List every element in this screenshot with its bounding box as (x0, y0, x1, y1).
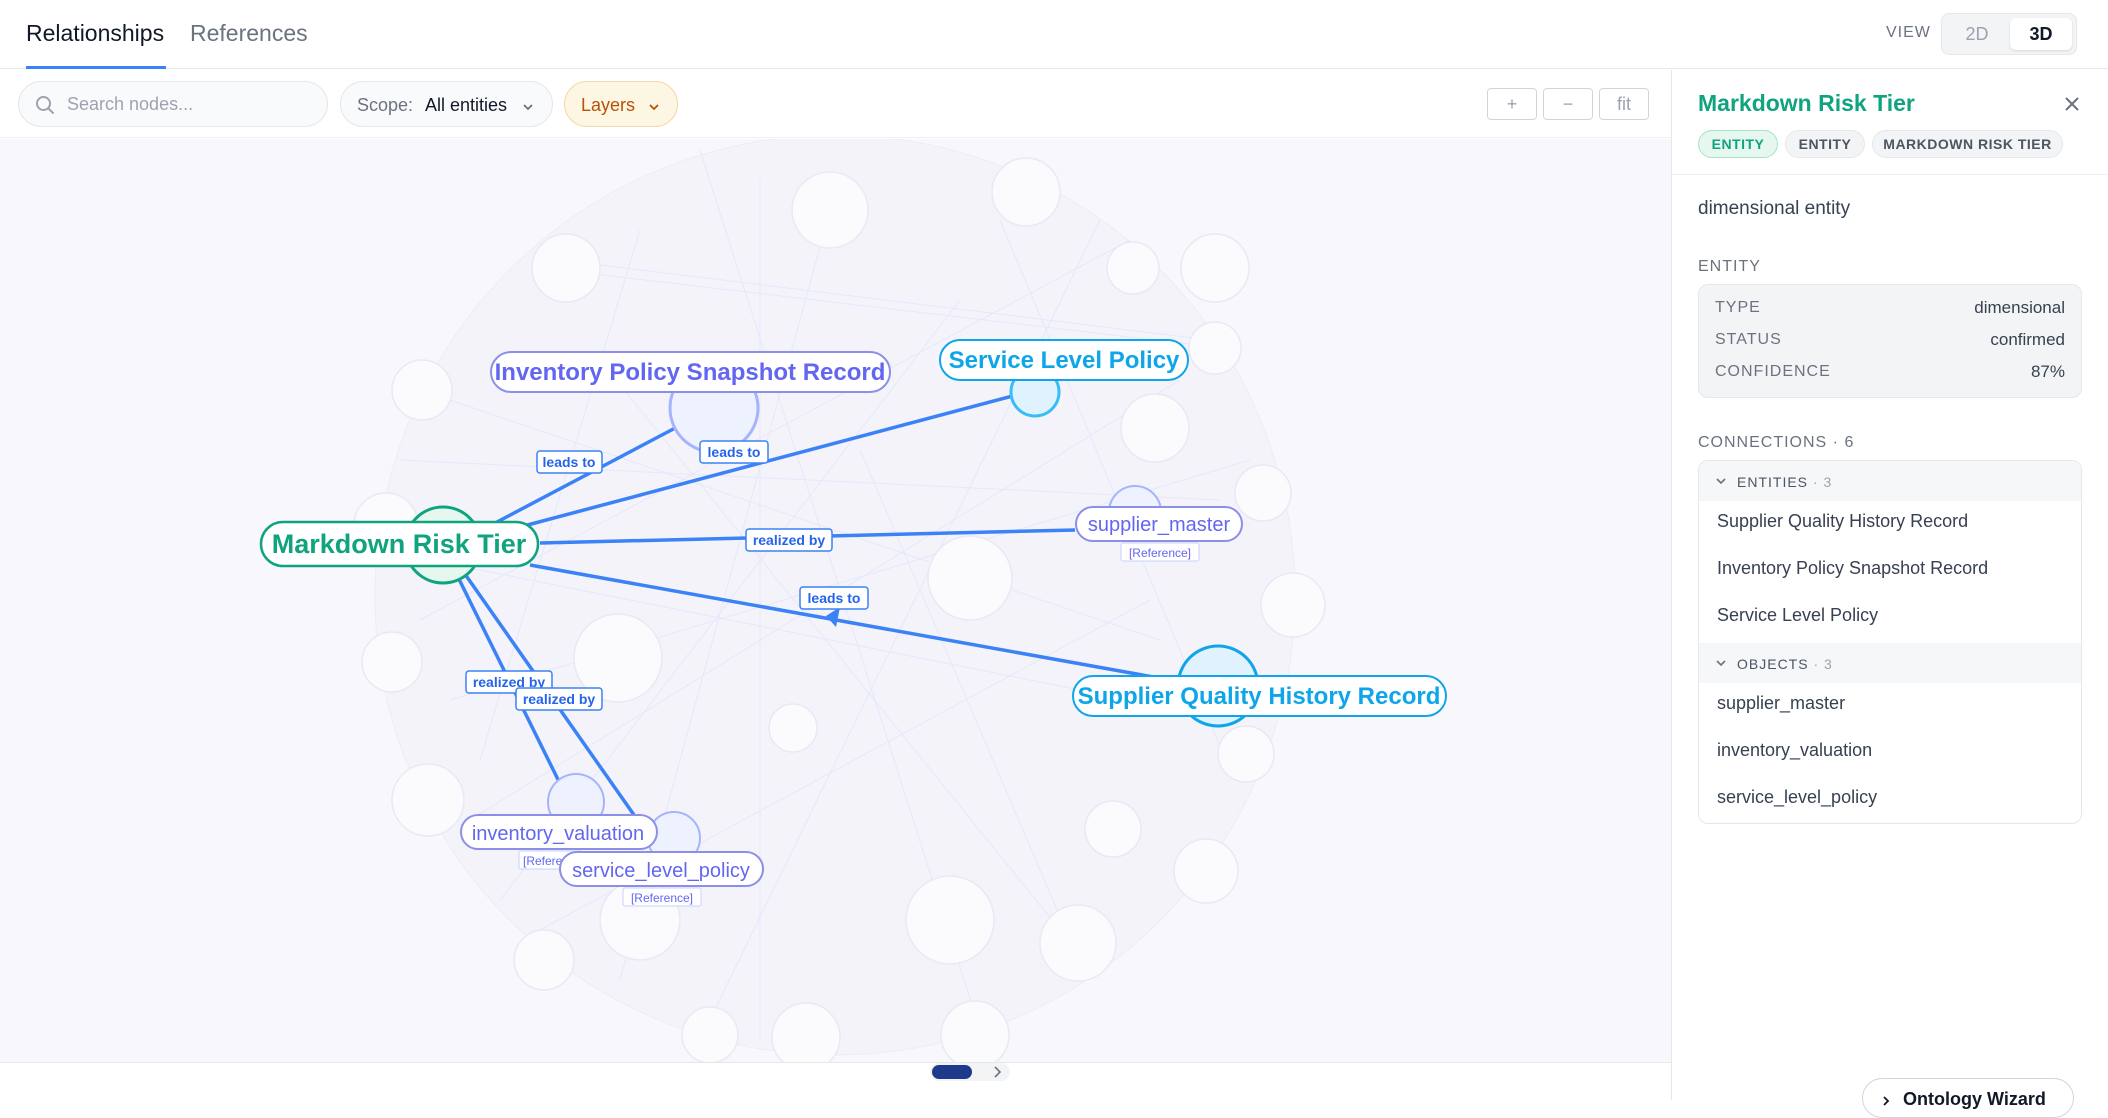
property-value: dimensional (1974, 298, 2065, 317)
top-bar: Relationships References VIEW 2D 3D (0, 0, 2108, 69)
group-header-objects[interactable]: OBJECTS · 3 (1699, 643, 2081, 683)
chevron-down-icon (1715, 656, 1727, 672)
chevron-down-icon (1715, 474, 1727, 490)
tab-references[interactable]: References (190, 20, 308, 47)
graph-canvas[interactable]: leads to leads to realized by leads to r… (0, 139, 1671, 1062)
zoom-in-button[interactable]: + (1487, 88, 1537, 120)
node-inventory-valuation[interactable]: inventory_valuation (472, 823, 644, 845)
fit-button[interactable]: fit (1599, 88, 1649, 120)
node-markdown-risk-tier[interactable]: Markdown Risk Tier (272, 529, 527, 559)
connection-item[interactable]: Service Level Policy (1717, 605, 1878, 626)
group-count: · 3 (1813, 656, 1833, 672)
entity-type-badge: ENTITY (1785, 130, 1865, 158)
close-icon[interactable] (2062, 94, 2082, 119)
divider (1672, 174, 2108, 175)
node-service-level-policy[interactable]: Service Level Policy (949, 347, 1180, 374)
property-key: CONFIDENCE (1715, 363, 1831, 380)
node-inventory-policy-snapshot-record[interactable]: Inventory Policy Snapshot Record (495, 359, 886, 386)
property-value: 87% (2030, 362, 2065, 381)
panel-title: Markdown Risk Tier (1698, 90, 1915, 116)
detail-panel: Markdown Risk Tier ENTITY ENTITY MARKDOW… (1671, 70, 2108, 1100)
scope-label: Scope: (357, 95, 414, 115)
chevron-down-icon (647, 98, 661, 119)
connections-heading: CONNECTIONS · 6 (1698, 434, 1855, 451)
layers-label: Layers (581, 95, 636, 115)
graph-toolbar: Scope: All entities Layers + − fit (0, 70, 1671, 138)
reference-tag: [Reference] (631, 891, 693, 905)
edge-label: leads to (708, 444, 761, 460)
view-3d-button[interactable]: 3D (2010, 18, 2072, 50)
zoom-out-button[interactable]: − (1543, 88, 1593, 120)
connection-item[interactable]: Supplier Quality History Record (1717, 511, 1968, 532)
node-supplier-quality-history-record[interactable]: Supplier Quality History Record (1078, 683, 1441, 710)
node-service-level-policy-object[interactable]: service_level_policy (572, 860, 750, 882)
property-key: STATUS (1715, 331, 1782, 348)
property-key: TYPE (1715, 299, 1761, 316)
search-icon (35, 95, 55, 120)
search-box (18, 81, 328, 127)
entity-name-badge: MARKDOWN RISK TIER (1872, 130, 2063, 158)
connection-item[interactable]: service_level_policy (1717, 787, 1877, 808)
connection-item[interactable]: Inventory Policy Snapshot Record (1717, 558, 1988, 579)
entity-description: dimensional entity (1698, 198, 1851, 219)
active-tab-indicator (26, 66, 166, 69)
scope-value: All entities (425, 95, 508, 115)
entity-badge: ENTITY (1698, 130, 1778, 158)
property-value: confirmed (1990, 330, 2065, 349)
chevron-down-icon (521, 98, 535, 119)
edge-label: leads to (543, 454, 596, 470)
layers-dropdown[interactable]: Layers (564, 81, 678, 127)
connection-item[interactable]: supplier_master (1717, 693, 1845, 714)
bottom-bar (0, 1062, 1671, 1100)
scope-dropdown[interactable]: Scope: All entities (340, 81, 553, 127)
edge-label: realized by (523, 691, 596, 707)
properties-box: TYPE dimensional STATUS confirmed CONFID… (1698, 284, 2082, 398)
chevron-right-icon (1879, 1092, 1893, 1113)
tab-relationships[interactable]: Relationships (26, 20, 164, 47)
group-label: OBJECTS (1737, 656, 1809, 672)
group-label: ENTITIES (1737, 474, 1809, 490)
group-header-entities[interactable]: ENTITIES · 3 (1699, 461, 2081, 501)
search-input[interactable] (67, 92, 317, 116)
connections-list: ENTITIES · 3 Supplier Quality History Re… (1698, 460, 2082, 824)
connection-item[interactable]: inventory_valuation (1717, 740, 1872, 761)
edge-label: realized by (753, 532, 826, 548)
graph-svg[interactable]: leads to leads to realized by leads to r… (0, 139, 1671, 1062)
group-count: · 3 (1812, 474, 1833, 490)
view-label: VIEW (1886, 24, 1931, 41)
view-toggle: 2D 3D (1941, 13, 2077, 55)
pager-indicator[interactable] (910, 1063, 1030, 1083)
reference-tag: [Refere (523, 854, 563, 868)
ontology-wizard-button[interactable]: Ontology Wizard (1862, 1078, 2074, 1118)
view-2d-button[interactable]: 2D (1946, 18, 2008, 50)
edge-label: leads to (808, 590, 861, 606)
node-supplier-master[interactable]: supplier_master (1088, 514, 1231, 536)
entity-section-heading: ENTITY (1698, 258, 1761, 275)
reference-tag: [Reference] (1129, 546, 1191, 560)
